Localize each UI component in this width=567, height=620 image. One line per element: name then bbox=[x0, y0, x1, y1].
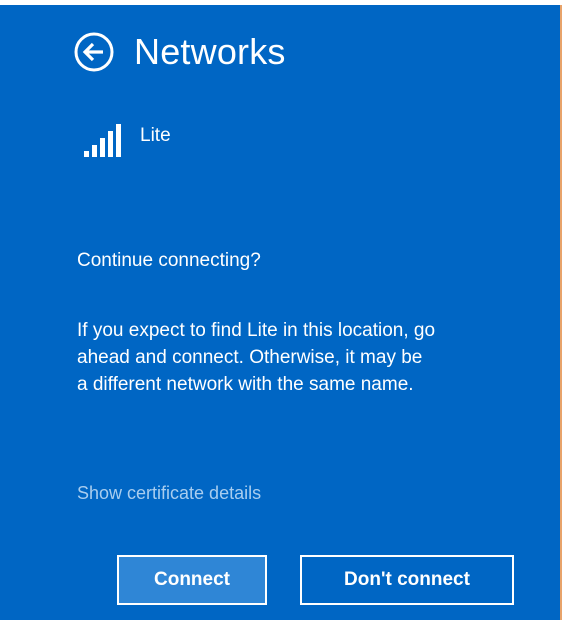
networks-panel: Networks Lite Continue connecting? If yo… bbox=[0, 5, 562, 620]
network-item: Lite bbox=[84, 123, 171, 159]
wifi-signal-icon bbox=[84, 124, 121, 157]
show-certificate-link[interactable]: Show certificate details bbox=[77, 483, 261, 504]
panel-header: Networks bbox=[74, 27, 286, 77]
dont-connect-button[interactable]: Don't connect bbox=[300, 555, 514, 605]
continue-question: Continue connecting? bbox=[77, 250, 261, 271]
network-name: Lite bbox=[140, 125, 171, 146]
connection-message: If you expect to find Lite in this locat… bbox=[77, 320, 436, 395]
connect-button[interactable]: Connect bbox=[117, 555, 267, 605]
back-arrow-circle-icon[interactable] bbox=[74, 32, 114, 72]
page-title: Networks bbox=[134, 31, 286, 72]
